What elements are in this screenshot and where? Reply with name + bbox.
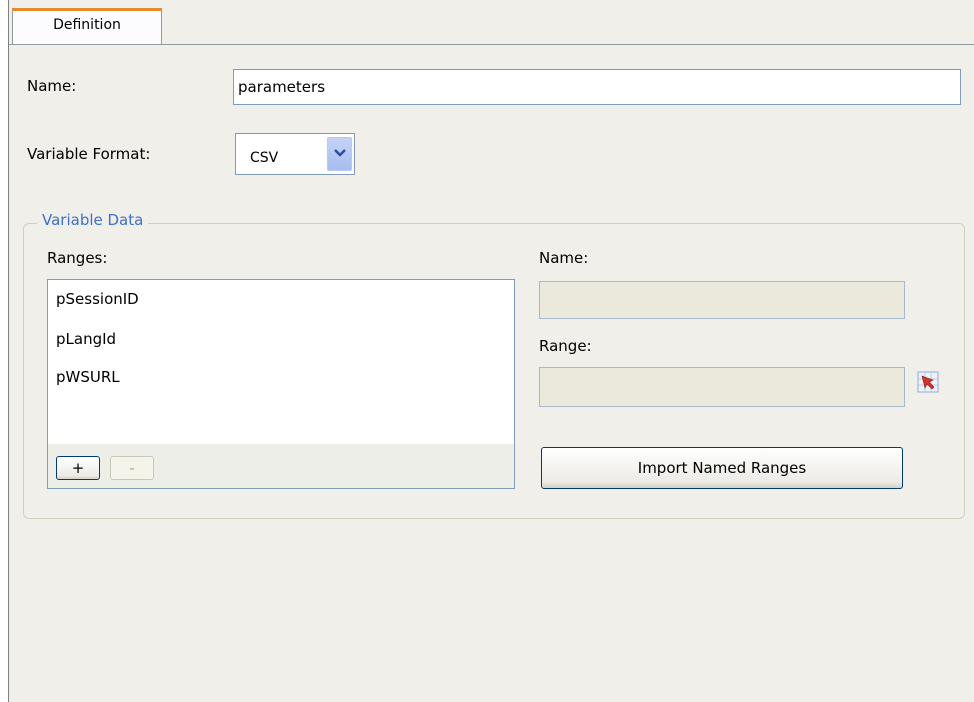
add-range-button[interactable]: + — [56, 456, 100, 480]
range-name-label: Name: — [539, 249, 589, 267]
ranges-list[interactable]: pSessionID pLangId pWSURL + - — [47, 279, 515, 489]
range-picker-icon[interactable] — [917, 371, 939, 393]
import-named-ranges-button[interactable]: Import Named Ranges — [541, 447, 903, 489]
variable-format-value: CSV — [250, 150, 279, 166]
variable-data-title: Variable Data — [37, 211, 149, 229]
name-label: Name: — [27, 77, 77, 95]
range-input[interactable] — [539, 367, 905, 407]
remove-range-button[interactable]: - — [110, 456, 154, 480]
list-item[interactable]: pWSURL — [56, 368, 120, 386]
chevron-down-icon[interactable] — [327, 137, 352, 171]
variable-format-label: Variable Format: — [27, 145, 151, 163]
editor-panel: Definition Name: Variable Format: CSV Va… — [8, 0, 974, 702]
tab-strip: Definition — [9, 0, 974, 45]
list-item[interactable]: pLangId — [56, 330, 116, 348]
ranges-label: Ranges: — [47, 249, 108, 267]
tab-definition[interactable]: Definition — [12, 8, 162, 44]
range-name-input[interactable] — [539, 281, 905, 319]
definition-content: Name: Variable Format: CSV Variable Data… — [9, 45, 974, 702]
range-label: Range: — [539, 337, 592, 355]
variable-format-select[interactable]: CSV — [235, 133, 355, 175]
ranges-list-toolbar: + - — [48, 444, 514, 488]
name-input[interactable] — [233, 69, 961, 105]
list-item[interactable]: pSessionID — [56, 290, 139, 308]
